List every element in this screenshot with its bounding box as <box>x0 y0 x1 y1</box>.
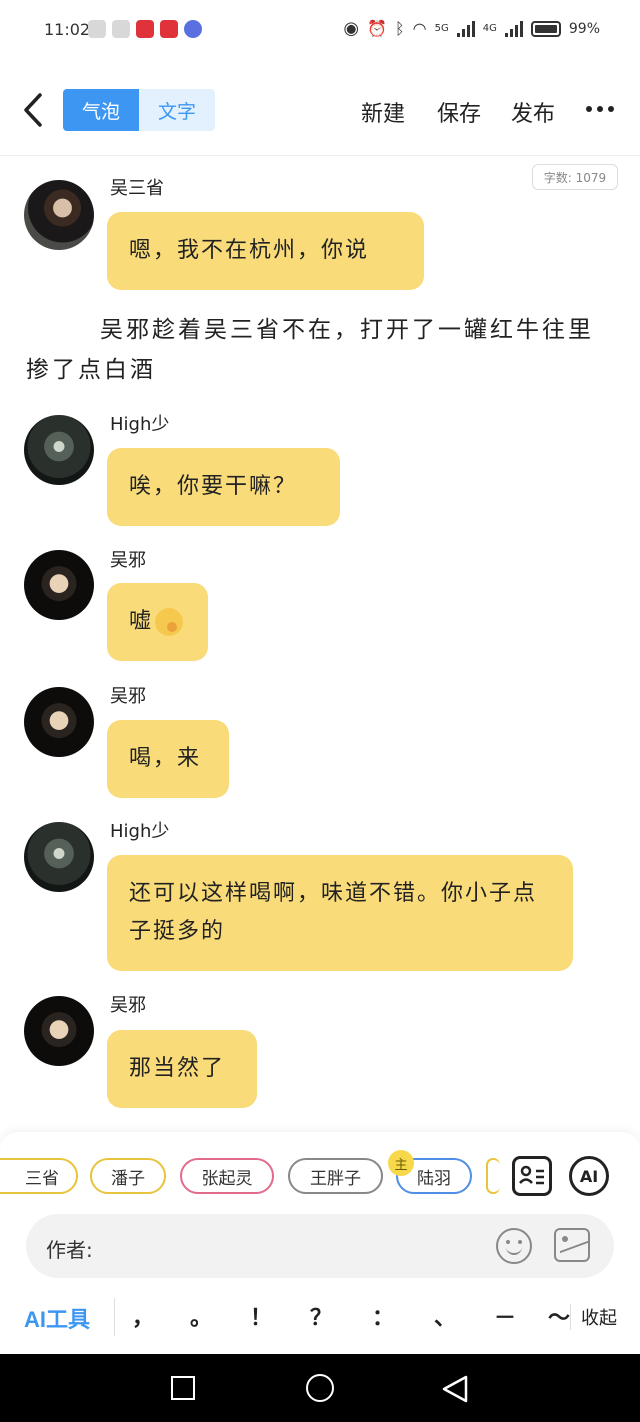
save-button[interactable]: 保存 <box>437 96 481 128</box>
eye-icon: ◉ <box>343 18 360 39</box>
bubble-text: 嘘 <box>129 609 154 634</box>
battery-level: 99% <box>568 20 600 37</box>
alarm-icon: ⏰ <box>367 19 388 38</box>
system-nav-bar <box>0 1354 640 1422</box>
chat-bubble[interactable]: 喝，来 <box>107 720 229 798</box>
shush-emoji-icon <box>155 608 184 636</box>
recent-apps-icon[interactable] <box>171 1376 195 1400</box>
ai-tools-button[interactable]: AI工具 <box>24 1302 90 1334</box>
ai-button[interactable]: AI <box>569 1156 609 1196</box>
avatar[interactable] <box>24 687 94 757</box>
avatar[interactable] <box>24 822 94 892</box>
bluetooth-icon: ᛒ <box>395 19 405 38</box>
status-right: ◉ ⏰ ᛒ ◠ 5G 4G 99% <box>343 18 600 39</box>
notification-icons <box>88 20 202 38</box>
publish-button[interactable]: 发布 <box>511 96 555 128</box>
music-icon <box>184 20 202 38</box>
wifi-icon: ◠ <box>412 19 427 38</box>
punct-exclaim[interactable]: ！ <box>250 1300 272 1332</box>
status-time: 11:02 <box>44 20 91 39</box>
main-badge: 主 <box>388 1150 414 1176</box>
net-4g-label: 4G <box>482 23 497 34</box>
speaker-name: 吴邪 <box>110 550 146 571</box>
image-icon[interactable] <box>554 1228 590 1262</box>
author-label: 作者: <box>46 1238 93 1262</box>
tab-text[interactable]: 文字 <box>139 89 215 131</box>
character-chip[interactable]: 三省 <box>0 1158 78 1194</box>
back-icon[interactable] <box>440 1374 470 1404</box>
signal-5g-icon <box>456 20 475 37</box>
character-chip[interactable]: 王胖子 <box>288 1158 383 1194</box>
chat-bubble[interactable]: 那当然了 <box>107 1030 257 1108</box>
signal-4g-icon <box>504 20 523 37</box>
chat-bubble[interactable]: 嘘 <box>107 583 208 661</box>
book-icon <box>160 20 178 38</box>
more-icon[interactable] <box>586 106 614 112</box>
divider <box>114 1298 115 1336</box>
speaker-name: 吴邪 <box>110 686 146 707</box>
back-button[interactable] <box>18 90 48 130</box>
editor-panel: 三省 潘子 张起灵 王胖子 陆羽 主 AI 作者: AI工具 ， 。 ！ ？ ：… <box>0 1132 640 1354</box>
punct-question[interactable]: ？ <box>310 1300 332 1332</box>
speaker-name: High少 <box>110 821 170 842</box>
home-icon[interactable] <box>306 1374 334 1402</box>
status-bar: 11:02 ◉ ⏰ ᛒ ◠ 5G 4G 99% <box>0 0 640 62</box>
app-header: 气泡 文字 新建 保存 发布 <box>0 62 640 156</box>
punct-tilde[interactable]: ～ <box>548 1300 570 1332</box>
contact-card-icon <box>519 1165 544 1185</box>
huawei-icon <box>136 20 154 38</box>
speaker-name: High少 <box>110 414 170 435</box>
new-button[interactable]: 新建 <box>361 96 405 128</box>
author-input[interactable]: 作者: <box>26 1214 614 1278</box>
character-chip[interactable]: 潘子 <box>90 1158 166 1194</box>
chat-bubble[interactable]: 唉，你要干嘛？ <box>107 448 340 526</box>
battery-icon <box>530 20 561 37</box>
word-count: 字数: 1079 <box>532 164 618 190</box>
mode-toggle: 气泡 文字 <box>63 89 215 131</box>
collapse-button[interactable]: 收起 <box>570 1304 617 1330</box>
character-list-button[interactable] <box>512 1156 552 1196</box>
emoji-icon[interactable] <box>496 1228 532 1264</box>
avatar[interactable] <box>24 550 94 620</box>
wechat-icon <box>88 20 106 38</box>
avatar[interactable] <box>24 180 94 250</box>
net-5g-label: 5G <box>434 23 449 34</box>
avatar[interactable] <box>24 415 94 485</box>
back-arrow-icon <box>24 93 42 127</box>
punct-dash[interactable]: － <box>494 1300 516 1332</box>
tab-bubble[interactable]: 气泡 <box>63 89 139 131</box>
narration-text[interactable]: 吴邪趁着吴三省不在，打开了一罐红牛往里掺了点白酒 <box>26 310 616 390</box>
punct-comma[interactable]: ， <box>132 1300 154 1332</box>
chat-bubble[interactable]: 还可以这样喝啊，味道不错。你小子点子挺多的 <box>107 855 573 971</box>
punct-dunhao[interactable]: 、 <box>434 1300 456 1332</box>
shield-icon <box>112 20 130 38</box>
punct-period[interactable]: 。 <box>190 1300 212 1332</box>
speaker-name: 吴邪 <box>110 995 146 1016</box>
avatar[interactable] <box>24 996 94 1066</box>
punct-colon[interactable]: ： <box>372 1300 394 1332</box>
speaker-name: 吴三省 <box>110 178 164 199</box>
character-chip[interactable]: 张起灵 <box>180 1158 274 1194</box>
character-chip[interactable] <box>486 1158 500 1194</box>
chat-bubble[interactable]: 嗯，我不在杭州，你说 <box>107 212 424 290</box>
